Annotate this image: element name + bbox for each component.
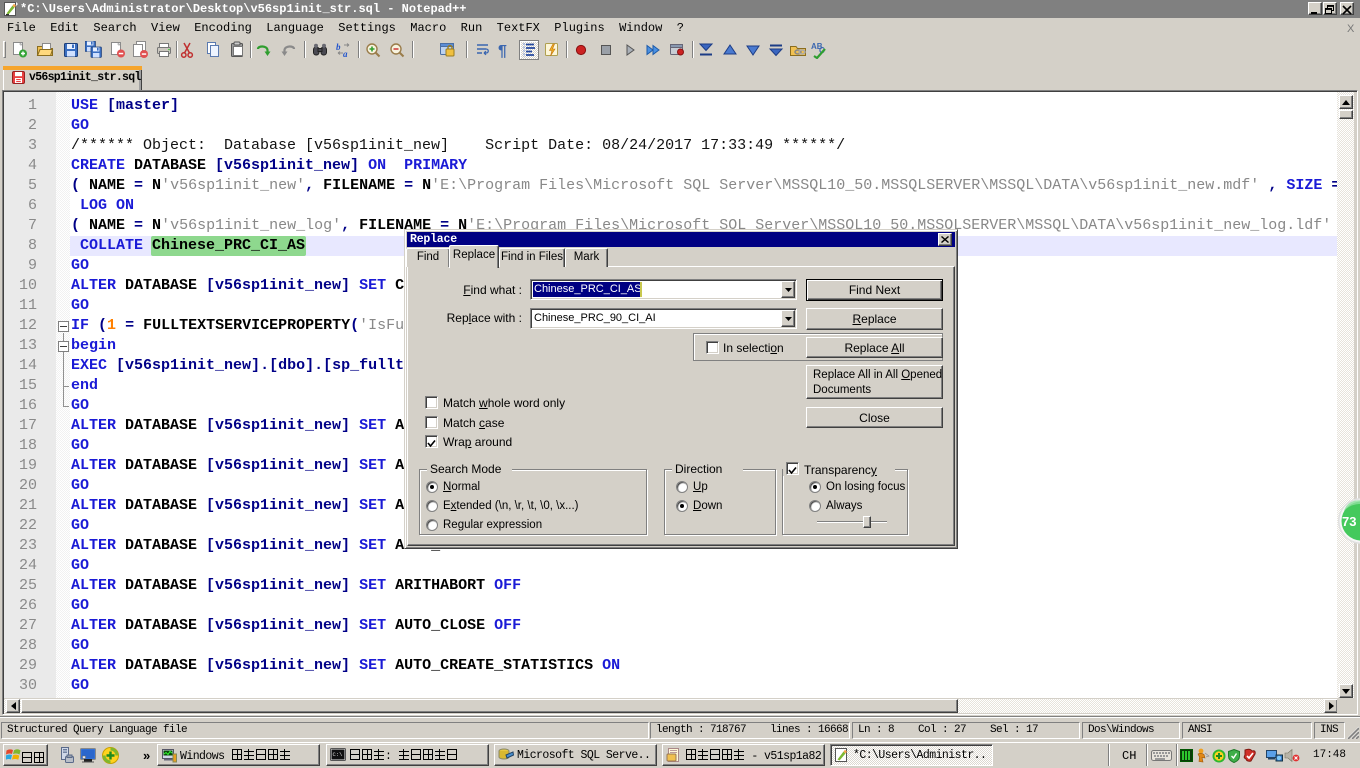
svg-text:b: b <box>336 42 341 52</box>
svg-text:73: 73 <box>1342 514 1356 529</box>
svg-text:C:\: C:\ <box>333 751 343 758</box>
svg-text:a: a <box>343 49 348 59</box>
svg-text:¶: ¶ <box>498 43 507 59</box>
